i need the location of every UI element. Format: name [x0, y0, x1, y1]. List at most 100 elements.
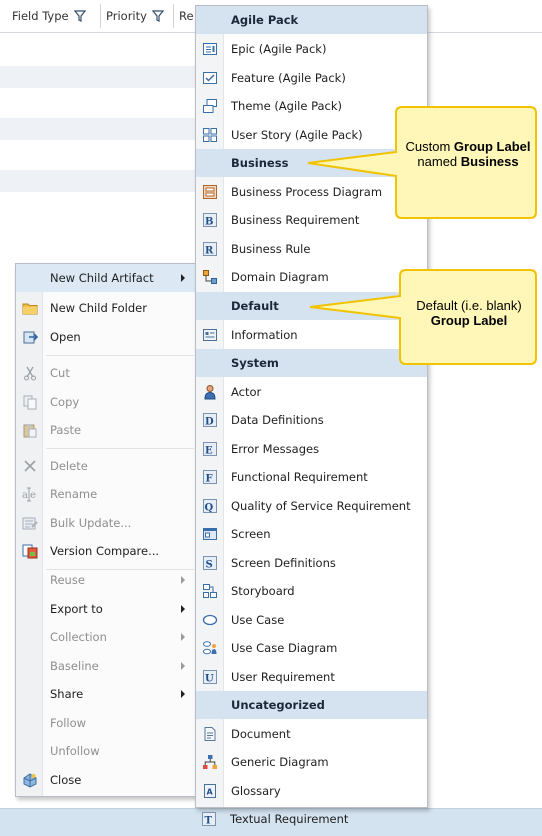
- submenu-item-screen[interactable]: Screen: [196, 520, 427, 548]
- filter-icon[interactable]: [73, 10, 86, 22]
- menu-item-label: Follow: [50, 716, 87, 730]
- menu-item-label: Export to: [50, 602, 103, 616]
- menu-item-label: Collection: [50, 630, 107, 644]
- column-label: Priority: [106, 9, 147, 23]
- business-process-diagram-icon: [203, 185, 217, 199]
- submenu-item-business-process-diagram[interactable]: Business Process Diagram: [196, 178, 427, 206]
- submenu-item-storyboard[interactable]: Storyboard: [196, 577, 427, 605]
- menu-item-copy[interactable]: Copy: [16, 388, 196, 416]
- business-requirement-icon: B: [203, 213, 217, 228]
- use-case-icon: [202, 614, 218, 626]
- callout-text-part: Group Label: [430, 313, 508, 328]
- submenu-item-use-case-diagram[interactable]: Use Case Diagram: [196, 634, 427, 662]
- menu-item-new-child-folder[interactable]: New Child Folder: [16, 294, 196, 322]
- column-header-re[interactable]: Re: [179, 9, 194, 23]
- menu-item-label: Cut: [50, 366, 70, 380]
- svg-text:a: a: [22, 490, 28, 501]
- close-icon: [23, 773, 37, 788]
- menu-item-cut[interactable]: Cut: [16, 359, 196, 387]
- glossary-icon: A: [204, 784, 216, 798]
- submenu-item-data-definitions[interactable]: D Data Definitions: [196, 406, 427, 434]
- menu-item-version-compare[interactable]: Version Compare...: [16, 537, 196, 565]
- callout-text-part: Default (i.e. blank): [416, 298, 522, 313]
- use-case-diagram-icon: [203, 641, 217, 655]
- column-header-field-type[interactable]: Field Type: [12, 9, 86, 23]
- menu-item-bulk-update[interactable]: Bulk Update...: [16, 509, 196, 537]
- submenu-item-label: Quality of Service Requirement: [231, 499, 411, 513]
- menu-separator: [46, 355, 194, 356]
- submenu-item-label: Functional Requirement: [231, 470, 368, 484]
- column-header-priority[interactable]: Priority: [106, 9, 164, 23]
- group-header-business: Business: [196, 149, 427, 177]
- submenu-arrow-icon: [181, 605, 185, 613]
- menu-item-rename[interactable]: ae Rename: [16, 480, 196, 508]
- submenu-item-user-requirement[interactable]: U User Requirement: [196, 663, 427, 691]
- new-child-artifact-submenu: Agile Pack Epic (Agile Pack) Feature (Ag…: [195, 5, 428, 808]
- group-header-agile-pack: Agile Pack: [196, 6, 427, 34]
- submenu-item-information[interactable]: Information: [196, 321, 427, 349]
- column-divider[interactable]: [100, 4, 101, 28]
- user-story-icon: [203, 128, 217, 142]
- menu-item-reuse[interactable]: Reuse: [16, 566, 196, 594]
- column-divider[interactable]: [173, 4, 174, 28]
- menu-item-close[interactable]: Close: [16, 766, 196, 794]
- submenu-item-business-rule[interactable]: R Business Rule: [196, 235, 427, 263]
- menu-item-label: Rename: [50, 487, 98, 501]
- svg-text:R: R: [205, 246, 214, 257]
- rename-icon: ae: [22, 487, 36, 502]
- group-label: System: [231, 356, 279, 370]
- submenu-item-error-messages[interactable]: E Error Messages: [196, 435, 427, 463]
- svg-text:E: E: [205, 446, 213, 457]
- submenu-item-functional-requirement[interactable]: F Functional Requirement: [196, 463, 427, 491]
- submenu-item-screen-definitions[interactable]: S Screen Definitions: [196, 549, 427, 577]
- document-icon: [204, 727, 216, 741]
- submenu-item-label: Feature (Agile Pack): [231, 71, 346, 85]
- grid-row[interactable]: [0, 118, 200, 140]
- submenu-item-actor[interactable]: Actor: [196, 378, 427, 406]
- group-label: Uncategorized: [231, 698, 325, 712]
- submenu-item-textual-requirement[interactable]: T Textual Requirement: [195, 805, 428, 833]
- submenu-item-label: Document: [231, 727, 291, 741]
- filter-icon[interactable]: [151, 10, 164, 22]
- submenu-item-label: Storyboard: [231, 584, 295, 598]
- menu-item-collection[interactable]: Collection: [16, 623, 196, 651]
- callout-business-text: Custom Group Label named Business: [402, 139, 534, 169]
- submenu-item-feature[interactable]: Feature (Agile Pack): [196, 64, 427, 92]
- submenu-item-label: Business Process Diagram: [231, 185, 383, 199]
- submenu-item-use-case[interactable]: Use Case: [196, 606, 427, 634]
- submenu-item-glossary[interactable]: A Glossary: [196, 777, 427, 805]
- menu-item-baseline[interactable]: Baseline: [16, 652, 196, 680]
- menu-item-follow[interactable]: Follow: [16, 709, 196, 737]
- submenu-item-business-requirement[interactable]: B Business Requirement: [196, 206, 427, 234]
- grid-row[interactable]: [0, 66, 200, 88]
- menu-item-unfollow[interactable]: Unfollow: [16, 737, 196, 765]
- menu-item-label: Open: [50, 330, 81, 344]
- group-label: Business: [231, 156, 289, 170]
- submenu-item-generic-diagram[interactable]: Generic Diagram: [196, 748, 427, 776]
- svg-text:Q: Q: [205, 503, 214, 514]
- group-label: Agile Pack: [231, 13, 299, 27]
- submenu-item-epic[interactable]: Epic (Agile Pack): [196, 35, 427, 63]
- submenu-item-domain-diagram[interactable]: Domain Diagram: [196, 263, 427, 291]
- svg-text:D: D: [205, 417, 214, 428]
- menu-item-label: Paste: [50, 423, 82, 437]
- menu-item-open[interactable]: Open: [16, 323, 196, 351]
- group-header-uncategorized: Uncategorized: [196, 691, 427, 719]
- screen-icon: [203, 528, 217, 540]
- menu-item-export-to[interactable]: Export to: [16, 595, 196, 623]
- submenu-item-document[interactable]: Document: [196, 720, 427, 748]
- menu-item-label: Version Compare...: [50, 544, 160, 558]
- delete-icon: [24, 460, 36, 472]
- menu-item-share[interactable]: Share: [16, 680, 196, 708]
- submenu-item-label: Error Messages: [231, 442, 320, 456]
- submenu-item-theme[interactable]: Theme (Agile Pack): [196, 92, 427, 120]
- submenu-arrow-icon: [181, 690, 185, 698]
- grid-row[interactable]: [0, 170, 200, 192]
- menu-item-label: New Child Folder: [50, 301, 147, 315]
- submenu-item-user-story[interactable]: User Story (Agile Pack): [196, 121, 427, 149]
- submenu-item-quality-of-service-requirement[interactable]: Q Quality of Service Requirement: [196, 492, 427, 520]
- menu-item-delete[interactable]: Delete: [16, 452, 196, 480]
- actor-icon: [204, 385, 216, 400]
- menu-item-new-child-artifact[interactable]: New Child Artifact: [16, 264, 196, 292]
- menu-item-paste[interactable]: Paste: [16, 416, 196, 444]
